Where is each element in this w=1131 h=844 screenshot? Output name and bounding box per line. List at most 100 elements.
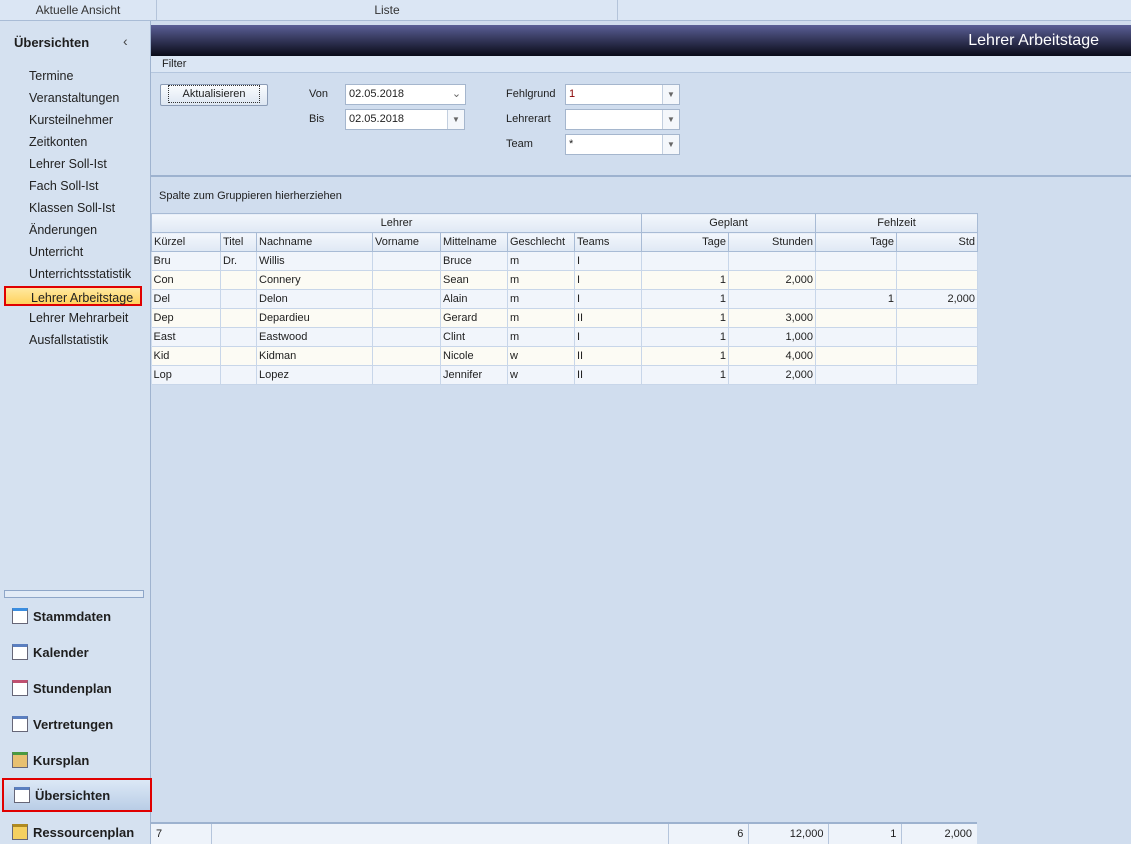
- table-cell[interactable]: m: [507, 308, 575, 328]
- dropdown-arrow-icon[interactable]: ▼: [662, 110, 679, 129]
- list-tab[interactable]: Liste: [157, 0, 618, 20]
- table-cell[interactable]: [815, 365, 897, 385]
- collapse-icon[interactable]: ‹: [123, 33, 128, 49]
- sidebar-splitter[interactable]: [4, 590, 144, 598]
- von-date-input[interactable]: 02.05.2018 ⌄: [345, 84, 466, 105]
- dropdown-arrow-icon[interactable]: ▼: [662, 85, 679, 104]
- nav-kursplan[interactable]: Kursplan: [12, 748, 89, 772]
- column-header-3[interactable]: Vorname: [372, 232, 441, 252]
- column-header-7[interactable]: Tage: [641, 232, 729, 252]
- sidebar-item--nderungen[interactable]: Änderungen: [29, 220, 97, 240]
- table-cell[interactable]: 2,000: [728, 270, 816, 290]
- nav-kalender[interactable]: Kalender: [12, 640, 89, 664]
- table-cell[interactable]: 3,000: [728, 308, 816, 328]
- table-cell[interactable]: m: [507, 327, 575, 347]
- lehrerart-select[interactable]: ▼: [565, 109, 680, 130]
- table-cell[interactable]: Willis: [256, 251, 373, 271]
- column-header-0[interactable]: Kürzel: [151, 232, 221, 252]
- table-cell[interactable]: [372, 251, 441, 271]
- table-cell[interactable]: [815, 251, 897, 271]
- table-cell[interactable]: II: [574, 365, 642, 385]
- table-cell[interactable]: [220, 308, 257, 328]
- sidebar-item-lehrer-mehrarbeit[interactable]: Lehrer Mehrarbeit: [29, 308, 128, 328]
- sidebar-item-veranstaltungen[interactable]: Veranstaltungen: [29, 88, 119, 108]
- table-cell[interactable]: [815, 346, 897, 366]
- table-cell[interactable]: Sean: [440, 270, 508, 290]
- table-cell[interactable]: 1,000: [728, 327, 816, 347]
- table-cell[interactable]: I: [574, 289, 642, 309]
- bis-date-input[interactable]: 02.05.2018 ▼: [345, 109, 465, 130]
- table-cell[interactable]: Con: [151, 270, 221, 290]
- table-cell[interactable]: Kid: [151, 346, 221, 366]
- table-cell[interactable]: w: [507, 365, 575, 385]
- table-cell[interactable]: Depardieu: [256, 308, 373, 328]
- table-cell[interactable]: 1: [641, 365, 729, 385]
- table-cell[interactable]: I: [574, 251, 642, 271]
- table-row[interactable]: Lop Lopez Jennifer w II 1 2,000: [151, 365, 978, 385]
- nav-ressourcenplan[interactable]: Ressourcenplan: [12, 820, 134, 844]
- table-cell[interactable]: Del: [151, 289, 221, 309]
- table-cell[interactable]: 2,000: [728, 365, 816, 385]
- table-cell[interactable]: East: [151, 327, 221, 347]
- table-cell[interactable]: 1: [641, 289, 729, 309]
- table-row[interactable]: East Eastwood Clint m I 1 1,000: [151, 327, 978, 347]
- table-cell[interactable]: I: [574, 270, 642, 290]
- refresh-button[interactable]: Aktualisieren: [160, 84, 268, 106]
- table-row[interactable]: Bru Dr. Willis Bruce m I: [151, 251, 978, 271]
- table-cell[interactable]: Bru: [151, 251, 221, 271]
- table-cell[interactable]: 1: [641, 308, 729, 328]
- table-cell[interactable]: [372, 289, 441, 309]
- table-cell[interactable]: [728, 251, 816, 271]
- fehlgrund-select[interactable]: 1 ▼: [565, 84, 680, 105]
- table-row[interactable]: Del Delon Alain m I 1 1 2,000: [151, 289, 978, 309]
- table-cell[interactable]: I: [574, 327, 642, 347]
- sidebar-item-termine[interactable]: Termine: [29, 66, 73, 86]
- table-cell[interactable]: [220, 327, 257, 347]
- table-cell[interactable]: m: [507, 251, 575, 271]
- table-cell[interactable]: [815, 270, 897, 290]
- table-cell[interactable]: [896, 308, 978, 328]
- table-cell[interactable]: 2,000: [896, 289, 978, 309]
- current-view-tab[interactable]: Aktuelle Ansicht: [0, 0, 157, 20]
- sidebar-item-klassen-soll-ist[interactable]: Klassen Soll-Ist: [29, 198, 115, 218]
- sidebar-item-fach-soll-ist[interactable]: Fach Soll-Ist: [29, 176, 98, 196]
- table-cell[interactable]: [896, 327, 978, 347]
- table-cell[interactable]: II: [574, 346, 642, 366]
- table-cell[interactable]: m: [507, 289, 575, 309]
- nav-stundenplan[interactable]: Stundenplan: [12, 676, 112, 700]
- dropdown-arrow-icon[interactable]: ▼: [662, 135, 679, 154]
- table-cell[interactable]: Dr.: [220, 251, 257, 271]
- table-cell[interactable]: Jennifer: [440, 365, 508, 385]
- table-cell[interactable]: w: [507, 346, 575, 366]
- team-select[interactable]: * ▼: [565, 134, 680, 155]
- sidebar-item-ausfallstatistik[interactable]: Ausfallstatistik: [29, 330, 108, 350]
- table-cell[interactable]: [372, 308, 441, 328]
- table-cell[interactable]: Alain: [440, 289, 508, 309]
- table-cell[interactable]: [372, 346, 441, 366]
- nav-vertretungen[interactable]: Vertretungen: [12, 712, 113, 736]
- table-cell[interactable]: m: [507, 270, 575, 290]
- table-cell[interactable]: 4,000: [728, 346, 816, 366]
- sidebar-item-zeitkonten[interactable]: Zeitkonten: [29, 132, 87, 152]
- sidebar-item-unterrichtsstatistik[interactable]: Unterrichtsstatistik: [29, 264, 131, 284]
- table-cell[interactable]: [896, 270, 978, 290]
- column-header-6[interactable]: Teams: [574, 232, 642, 252]
- table-cell[interactable]: Delon: [256, 289, 373, 309]
- sidebar-item-kursteilnehmer[interactable]: Kursteilnehmer: [29, 110, 113, 130]
- sidebar-item-unterricht[interactable]: Unterricht: [29, 242, 83, 262]
- table-cell[interactable]: [220, 270, 257, 290]
- table-cell[interactable]: [896, 346, 978, 366]
- table-cell[interactable]: 1: [641, 270, 729, 290]
- table-cell[interactable]: [372, 270, 441, 290]
- table-row[interactable]: Dep Depardieu Gerard m II 1 3,000: [151, 308, 978, 328]
- table-cell[interactable]: [728, 289, 816, 309]
- table-cell[interactable]: Bruce: [440, 251, 508, 271]
- table-cell[interactable]: Eastwood: [256, 327, 373, 347]
- table-cell[interactable]: [220, 289, 257, 309]
- table-cell[interactable]: Dep: [151, 308, 221, 328]
- table-cell[interactable]: [372, 327, 441, 347]
- table-cell[interactable]: [220, 346, 257, 366]
- table-cell[interactable]: 1: [641, 327, 729, 347]
- table-cell[interactable]: Lopez: [256, 365, 373, 385]
- table-cell[interactable]: Connery: [256, 270, 373, 290]
